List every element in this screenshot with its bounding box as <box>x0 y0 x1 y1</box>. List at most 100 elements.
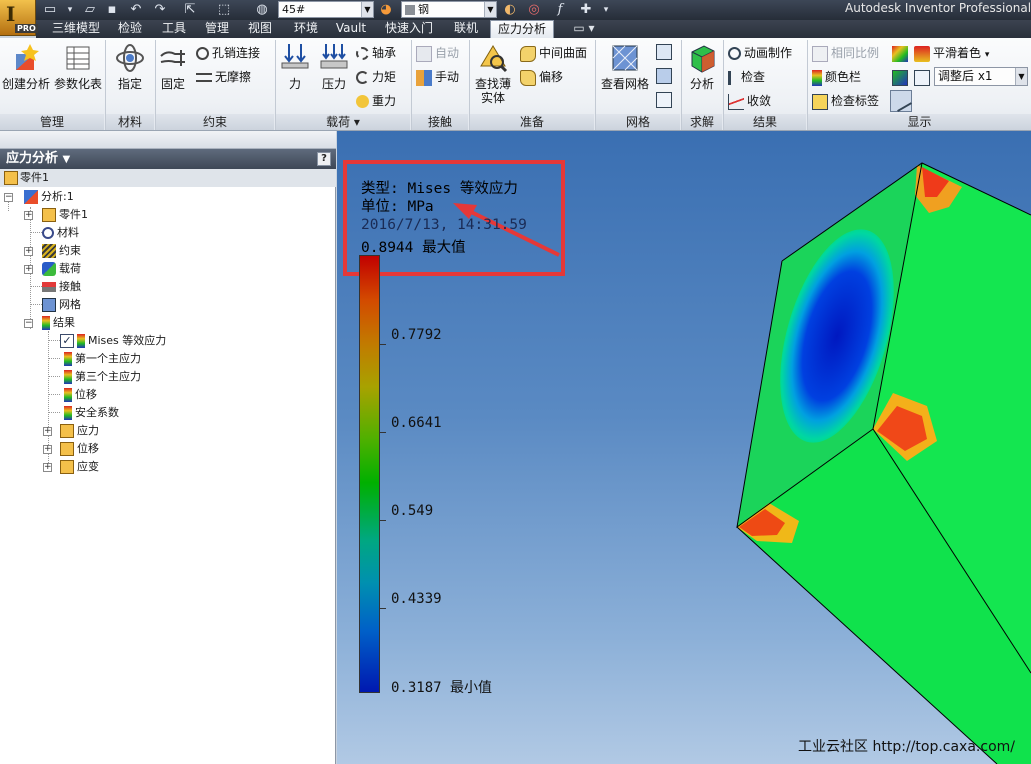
result-date-line: 2016/7/13, 14:31:59 <box>361 217 527 233</box>
bearing-load-button[interactable]: 轴承 <box>356 44 396 62</box>
tree-node-safety-factor[interactable]: 安全系数 <box>64 404 119 422</box>
convergence-plot-button[interactable]: 收敛 <box>728 92 771 110</box>
browser-root-node[interactable]: 零件1 <box>0 169 336 187</box>
expand-toggle-icon[interactable]: + <box>24 247 33 256</box>
create-analysis-button[interactable]: 创建分析 <box>0 42 52 91</box>
adjust-icon[interactable]: ◐ <box>502 2 518 18</box>
chevron-down-icon: ▼ <box>1015 68 1027 85</box>
manual-contact-button[interactable]: 手动 <box>416 68 459 86</box>
graphics-viewport[interactable]: 类型: Mises 等效应力 单位: MPa 2016/7/13, 14:31:… <box>337 131 1031 764</box>
browser-title[interactable]: 应力分析 ▼ <box>0 149 336 169</box>
material-ball-icon[interactable]: ◍ <box>254 2 270 18</box>
tree-node-mesh[interactable]: 网格 <box>42 296 81 314</box>
gravity-load-button[interactable]: 重力 <box>356 92 396 110</box>
color-bar-button[interactable]: 颜色栏 <box>812 68 861 86</box>
bearing-label: 轴承 <box>372 46 397 60</box>
expand-toggle-icon[interactable]: + <box>43 427 52 436</box>
view-mesh-button[interactable]: 查看网格 <box>598 42 652 91</box>
tree-node-constraints[interactable]: 约束 <box>42 242 81 260</box>
smooth-shading-dropdown[interactable]: 平滑着色 ▾ <box>914 44 989 62</box>
midsurface-button[interactable]: 中间曲面 <box>520 44 587 62</box>
tree-node-results[interactable]: 结果 <box>42 314 75 332</box>
collapse-toggle-icon[interactable]: − <box>4 193 13 202</box>
material-combo[interactable]: 45# ▼ <box>278 1 374 18</box>
tree-node-analysis[interactable]: 分析:1 <box>24 188 74 206</box>
offset-button[interactable]: 偏移 <box>520 68 563 86</box>
boundary-conditions-button[interactable] <box>892 68 911 86</box>
return-icon[interactable]: ⇱ <box>182 2 198 18</box>
mesh-settings-button[interactable] <box>656 42 675 60</box>
probe-button[interactable]: 检查 <box>728 68 765 86</box>
tab-vault[interactable]: Vault <box>332 20 370 38</box>
parametric-table-button[interactable]: 参数化表 <box>52 42 104 91</box>
tree-node-displacement-folder[interactable]: 位移 <box>60 440 99 458</box>
animate-button[interactable]: 动画制作 <box>728 44 792 62</box>
appearance-combo[interactable]: 钢 ▼ <box>401 1 497 18</box>
pin-constraint-button[interactable]: 孔销连接 <box>196 44 260 62</box>
ucs-icon[interactable]: ✚ <box>578 2 594 18</box>
checkbox-checked-icon[interactable]: ✓ <box>60 334 74 348</box>
open-folder-icon[interactable]: ▱ <box>82 2 98 18</box>
contour-shading-button[interactable] <box>892 44 911 62</box>
save-icon[interactable]: ▪ <box>104 2 120 18</box>
fx-parameters-icon[interactable]: f <box>552 2 568 18</box>
collapse-toggle-icon[interactable]: − <box>24 319 33 328</box>
clear-appearance-icon[interactable]: ◎ <box>526 2 542 18</box>
same-scale-label: 相同比例 <box>831 46 880 60</box>
application-menu-button[interactable]: I PRO <box>0 0 38 36</box>
auto-contact-button[interactable]: 自动 <box>416 44 459 62</box>
tree-node-loads[interactable]: 载荷 <box>42 260 81 278</box>
force-icon <box>281 44 309 69</box>
tree-node-displacement[interactable]: 位移 <box>64 386 97 404</box>
convergence-settings-button[interactable] <box>656 90 675 108</box>
tree-node-third-principal[interactable]: 第三个主应力 <box>64 368 141 386</box>
customize-icon[interactable]: ▾ <box>598 2 614 18</box>
displacement-display-button[interactable] <box>890 90 912 112</box>
undo-icon[interactable]: ↶ <box>128 2 144 18</box>
assign-label: 指定 <box>117 77 142 91</box>
new-file-icon[interactable]: ▭ <box>42 2 58 18</box>
tree-node-mises-stress[interactable]: ✓ Mises 等效应力 <box>60 332 166 350</box>
tab-online[interactable]: 联机 <box>448 20 484 38</box>
tab-getting-started[interactable]: 快速入门 <box>380 20 438 38</box>
tab-manage[interactable]: 管理 <box>199 20 235 38</box>
tab-environment[interactable]: 环境 <box>288 20 324 38</box>
probe-labels-button[interactable]: 检查标签 <box>812 92 879 110</box>
tab-tools[interactable]: 工具 <box>156 20 192 38</box>
tree-node-contacts[interactable]: 接触 <box>42 278 81 296</box>
color-bar-label: 颜色栏 <box>825 70 862 84</box>
deform-scale-control[interactable] <box>914 68 933 86</box>
expand-toggle-icon[interactable]: + <box>24 265 33 274</box>
tab-inspect[interactable]: 检验 <box>112 20 148 38</box>
deform-scale-combo[interactable]: 调整后 x1 ▼ <box>934 67 1028 86</box>
find-thin-bodies-button[interactable]: 查找薄 实体 <box>470 42 516 105</box>
tree-node-stress-folder[interactable]: 应力 <box>60 422 99 440</box>
frictionless-constraint-button[interactable]: 无摩擦 <box>196 68 251 86</box>
tab-view[interactable]: 视图 <box>242 20 278 38</box>
help-icon[interactable]: ? <box>317 152 331 166</box>
select-icon[interactable]: ⬚ <box>216 2 232 18</box>
color-wheel-icon[interactable]: ◕ <box>378 2 394 18</box>
force-load-button[interactable]: 力 <box>276 42 314 91</box>
fixed-constraint-button[interactable]: 固定 <box>155 42 191 91</box>
dropdown-icon[interactable]: ▾ <box>62 2 78 18</box>
tree-node-part[interactable]: 零件1 <box>42 206 88 224</box>
assign-material-button[interactable]: 指定 <box>108 42 152 91</box>
panel-toggle-icon[interactable]: ▭ ▾ <box>564 20 604 38</box>
results-icon <box>64 388 72 402</box>
tree-node-strain-folder[interactable]: 应变 <box>60 458 99 476</box>
same-scale-button[interactable]: 相同比例 <box>812 44 879 62</box>
expand-toggle-icon[interactable]: + <box>43 463 52 472</box>
local-mesh-button[interactable] <box>656 66 675 84</box>
tree-node-first-principal[interactable]: 第一个主应力 <box>64 350 141 368</box>
tab-3d-model[interactable]: 三维模型 <box>46 20 106 38</box>
pressure-load-button[interactable]: 压力 <box>316 42 352 91</box>
expand-toggle-icon[interactable]: + <box>43 445 52 454</box>
tab-stress-analysis[interactable]: 应力分析 <box>490 20 554 39</box>
panel-label-loads[interactable]: 载荷 ▾ <box>276 114 410 130</box>
moment-load-button[interactable]: 力矩 <box>356 68 396 86</box>
tree-node-material[interactable]: 材料 <box>42 224 79 242</box>
expand-toggle-icon[interactable]: + <box>24 211 33 220</box>
analyze-button[interactable]: 分析 <box>682 42 722 91</box>
redo-icon[interactable]: ↷ <box>152 2 168 18</box>
